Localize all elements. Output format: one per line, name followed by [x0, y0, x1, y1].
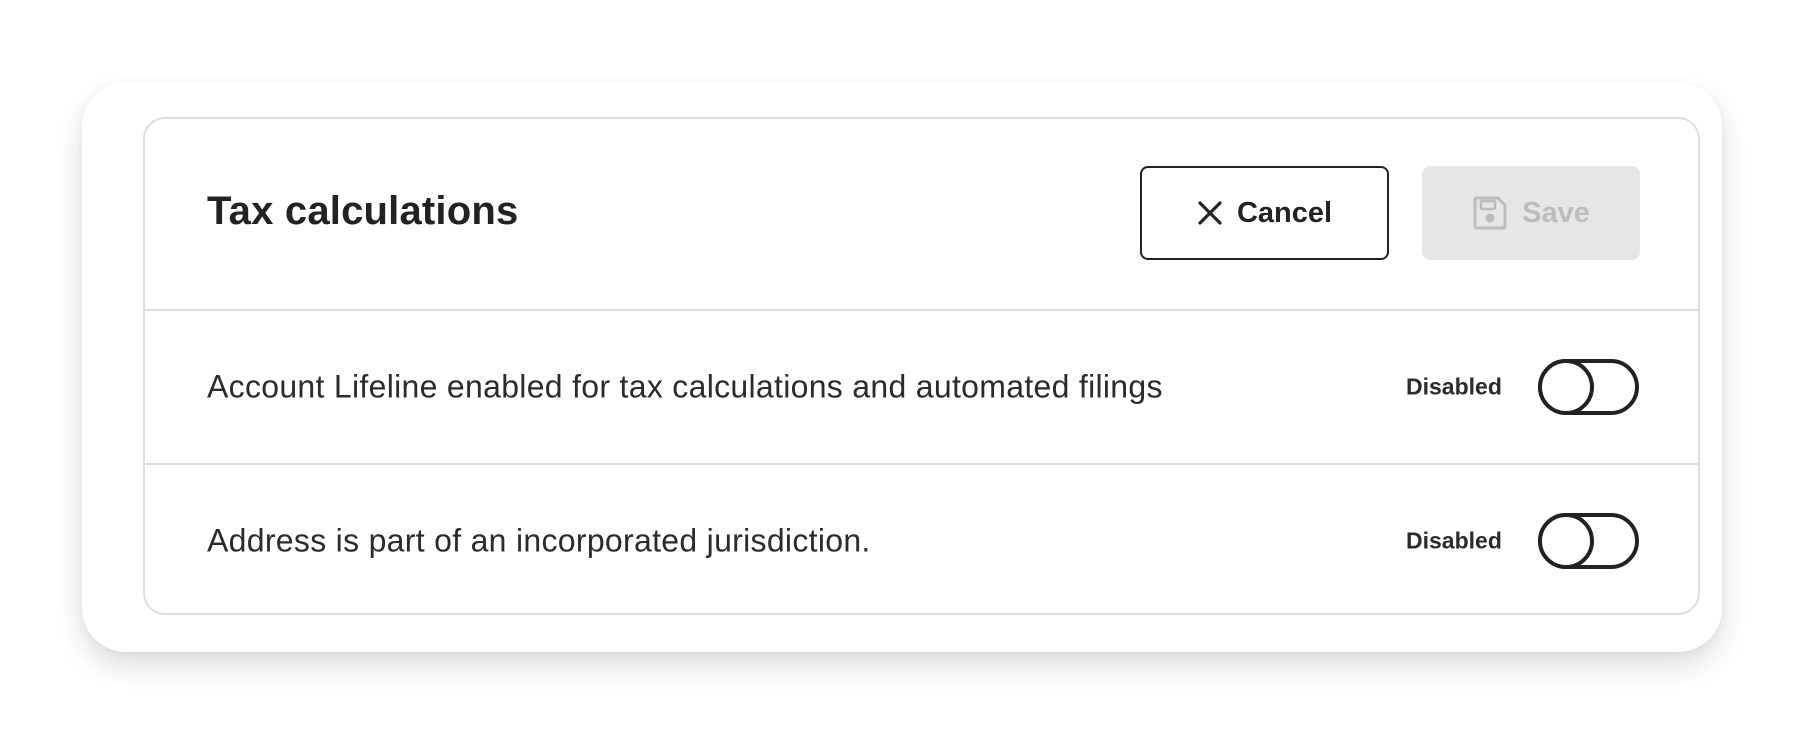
status-label: Disabled — [1406, 373, 1502, 400]
toggle-knob — [1538, 359, 1594, 415]
panel-header: Tax calculations Cancel Save — [145, 119, 1698, 311]
save-button[interactable]: Save — [1422, 166, 1640, 260]
toggle-knob — [1538, 513, 1594, 569]
cancel-button[interactable]: Cancel — [1140, 166, 1389, 260]
setting-row-account-lifeline: Account Lifeline enabled for tax calcula… — [145, 311, 1698, 465]
floppy-disk-icon — [1472, 195, 1508, 231]
account-lifeline-toggle[interactable] — [1538, 359, 1639, 415]
tax-calculations-panel: Tax calculations Cancel Save Account Lif… — [143, 117, 1700, 615]
setting-label: Account Lifeline enabled for tax calcula… — [207, 368, 1163, 405]
cancel-button-label: Cancel — [1236, 196, 1333, 229]
close-icon — [1197, 200, 1223, 226]
page-title: Tax calculations — [207, 189, 519, 233]
incorporated-jurisdiction-toggle[interactable] — [1538, 513, 1639, 569]
save-button-label: Save — [1522, 196, 1590, 229]
setting-label: Address is part of an incorporated juris… — [207, 522, 871, 559]
status-label: Disabled — [1406, 527, 1502, 554]
setting-row-incorporated-jurisdiction: Address is part of an incorporated juris… — [145, 465, 1698, 613]
